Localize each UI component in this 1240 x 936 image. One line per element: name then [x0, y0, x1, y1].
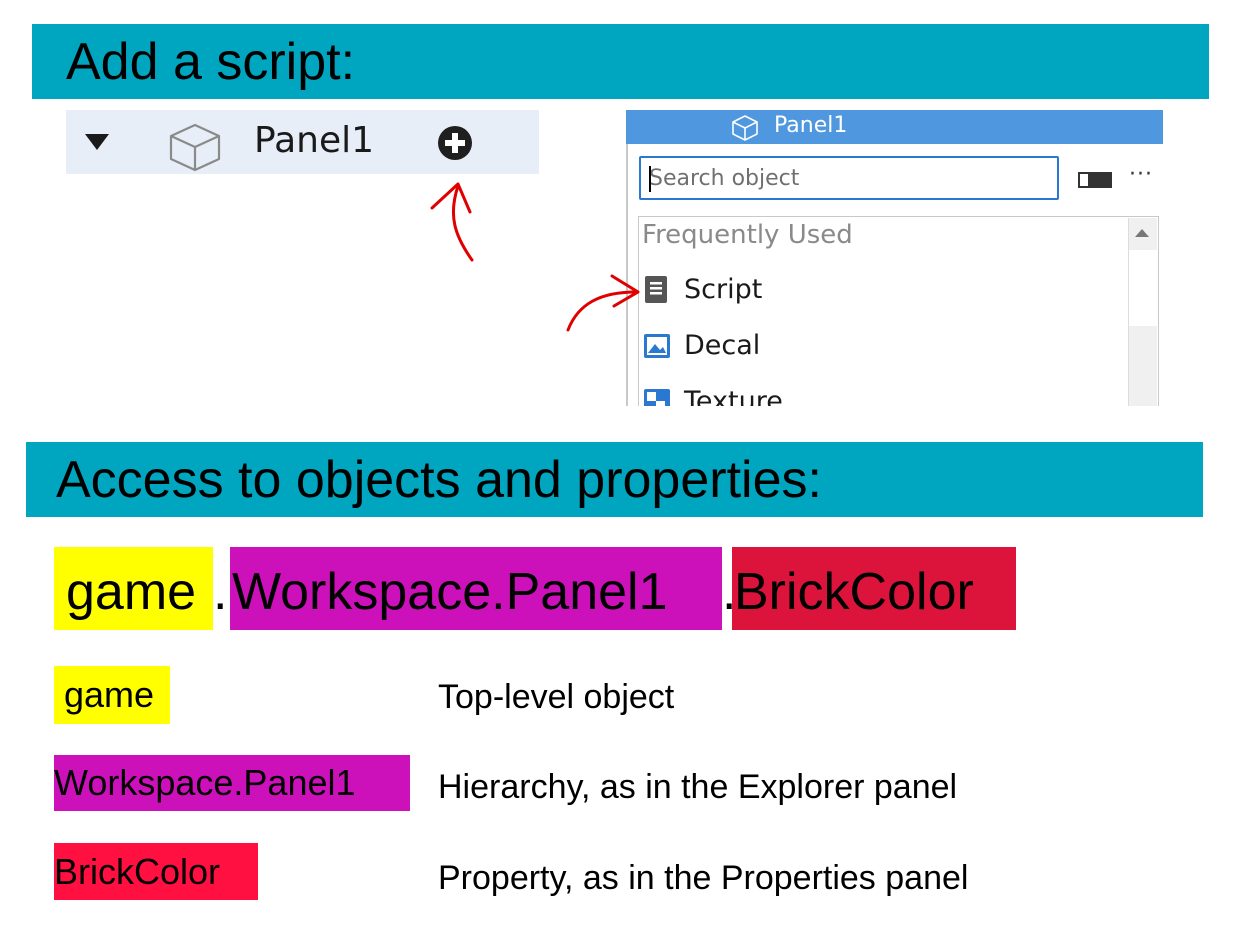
- expression-property: BrickColor: [732, 547, 1016, 630]
- insert-object-popup: Panel1 Search object ··· Frequently Used…: [626, 110, 1163, 406]
- legend-term-property: BrickColor: [54, 843, 258, 900]
- list-item-label: Script: [684, 274, 763, 305]
- legend-description-game: Top-level object: [438, 678, 675, 716]
- expression-hierarchy: Workspace.Panel1: [230, 547, 722, 630]
- collapse-arrow-icon[interactable]: [84, 132, 110, 152]
- legend-description-property: Property, as in the Properties panel: [438, 859, 969, 897]
- insert-object-plus-icon[interactable]: [436, 124, 474, 162]
- search-placeholder: Search object: [649, 165, 800, 191]
- section-title-text: Add a script:: [66, 32, 356, 91]
- annotation-arrow-to-plus: [430, 182, 474, 262]
- expression-dot: .: [213, 562, 228, 621]
- texture-icon: [644, 388, 670, 406]
- legend-term-hierarchy: Workspace.Panel1: [54, 755, 410, 811]
- explorer-item-label: Panel1: [254, 120, 375, 161]
- list-item-script[interactable]: Script: [642, 274, 762, 305]
- expression-example: game . Workspace.Panel1 . BrickColor: [54, 547, 1016, 630]
- frequently-used-label: Frequently Used: [642, 220, 853, 250]
- decal-icon: [644, 333, 670, 358]
- script-icon: [645, 275, 667, 303]
- expression-game: game: [54, 547, 213, 630]
- section-title-access: Access to objects and properties:: [26, 442, 1203, 517]
- part-cube-icon: [732, 115, 758, 141]
- list-item-texture[interactable]: Texture: [642, 386, 783, 406]
- legend-term-game: game: [54, 666, 170, 724]
- part-cube-icon: [169, 123, 221, 172]
- list-item-decal[interactable]: Decal: [642, 330, 760, 361]
- popup-header-title: Panel1: [774, 113, 848, 138]
- explorer-item-panel1[interactable]: Panel1: [66, 110, 539, 174]
- expression-dot: .: [722, 562, 737, 621]
- more-options-icon[interactable]: ···: [1129, 162, 1153, 187]
- legend-description-hierarchy: Hierarchy, as in the Explorer panel: [438, 768, 958, 806]
- annotation-arrow-to-script: [566, 274, 640, 332]
- view-toggle-icon[interactable]: [1078, 172, 1112, 188]
- text-caret: [649, 166, 651, 192]
- section-title-text: Access to objects and properties:: [56, 450, 822, 509]
- list-item-label: Texture: [684, 386, 783, 406]
- search-object-input[interactable]: Search object: [639, 156, 1059, 200]
- scroll-up-icon[interactable]: [1134, 228, 1150, 238]
- section-title-add-script: Add a script:: [32, 24, 1209, 99]
- scrollbar-thumb[interactable]: [1128, 250, 1157, 326]
- list-item-label: Decal: [684, 330, 761, 361]
- popup-header: Panel1: [626, 110, 1163, 144]
